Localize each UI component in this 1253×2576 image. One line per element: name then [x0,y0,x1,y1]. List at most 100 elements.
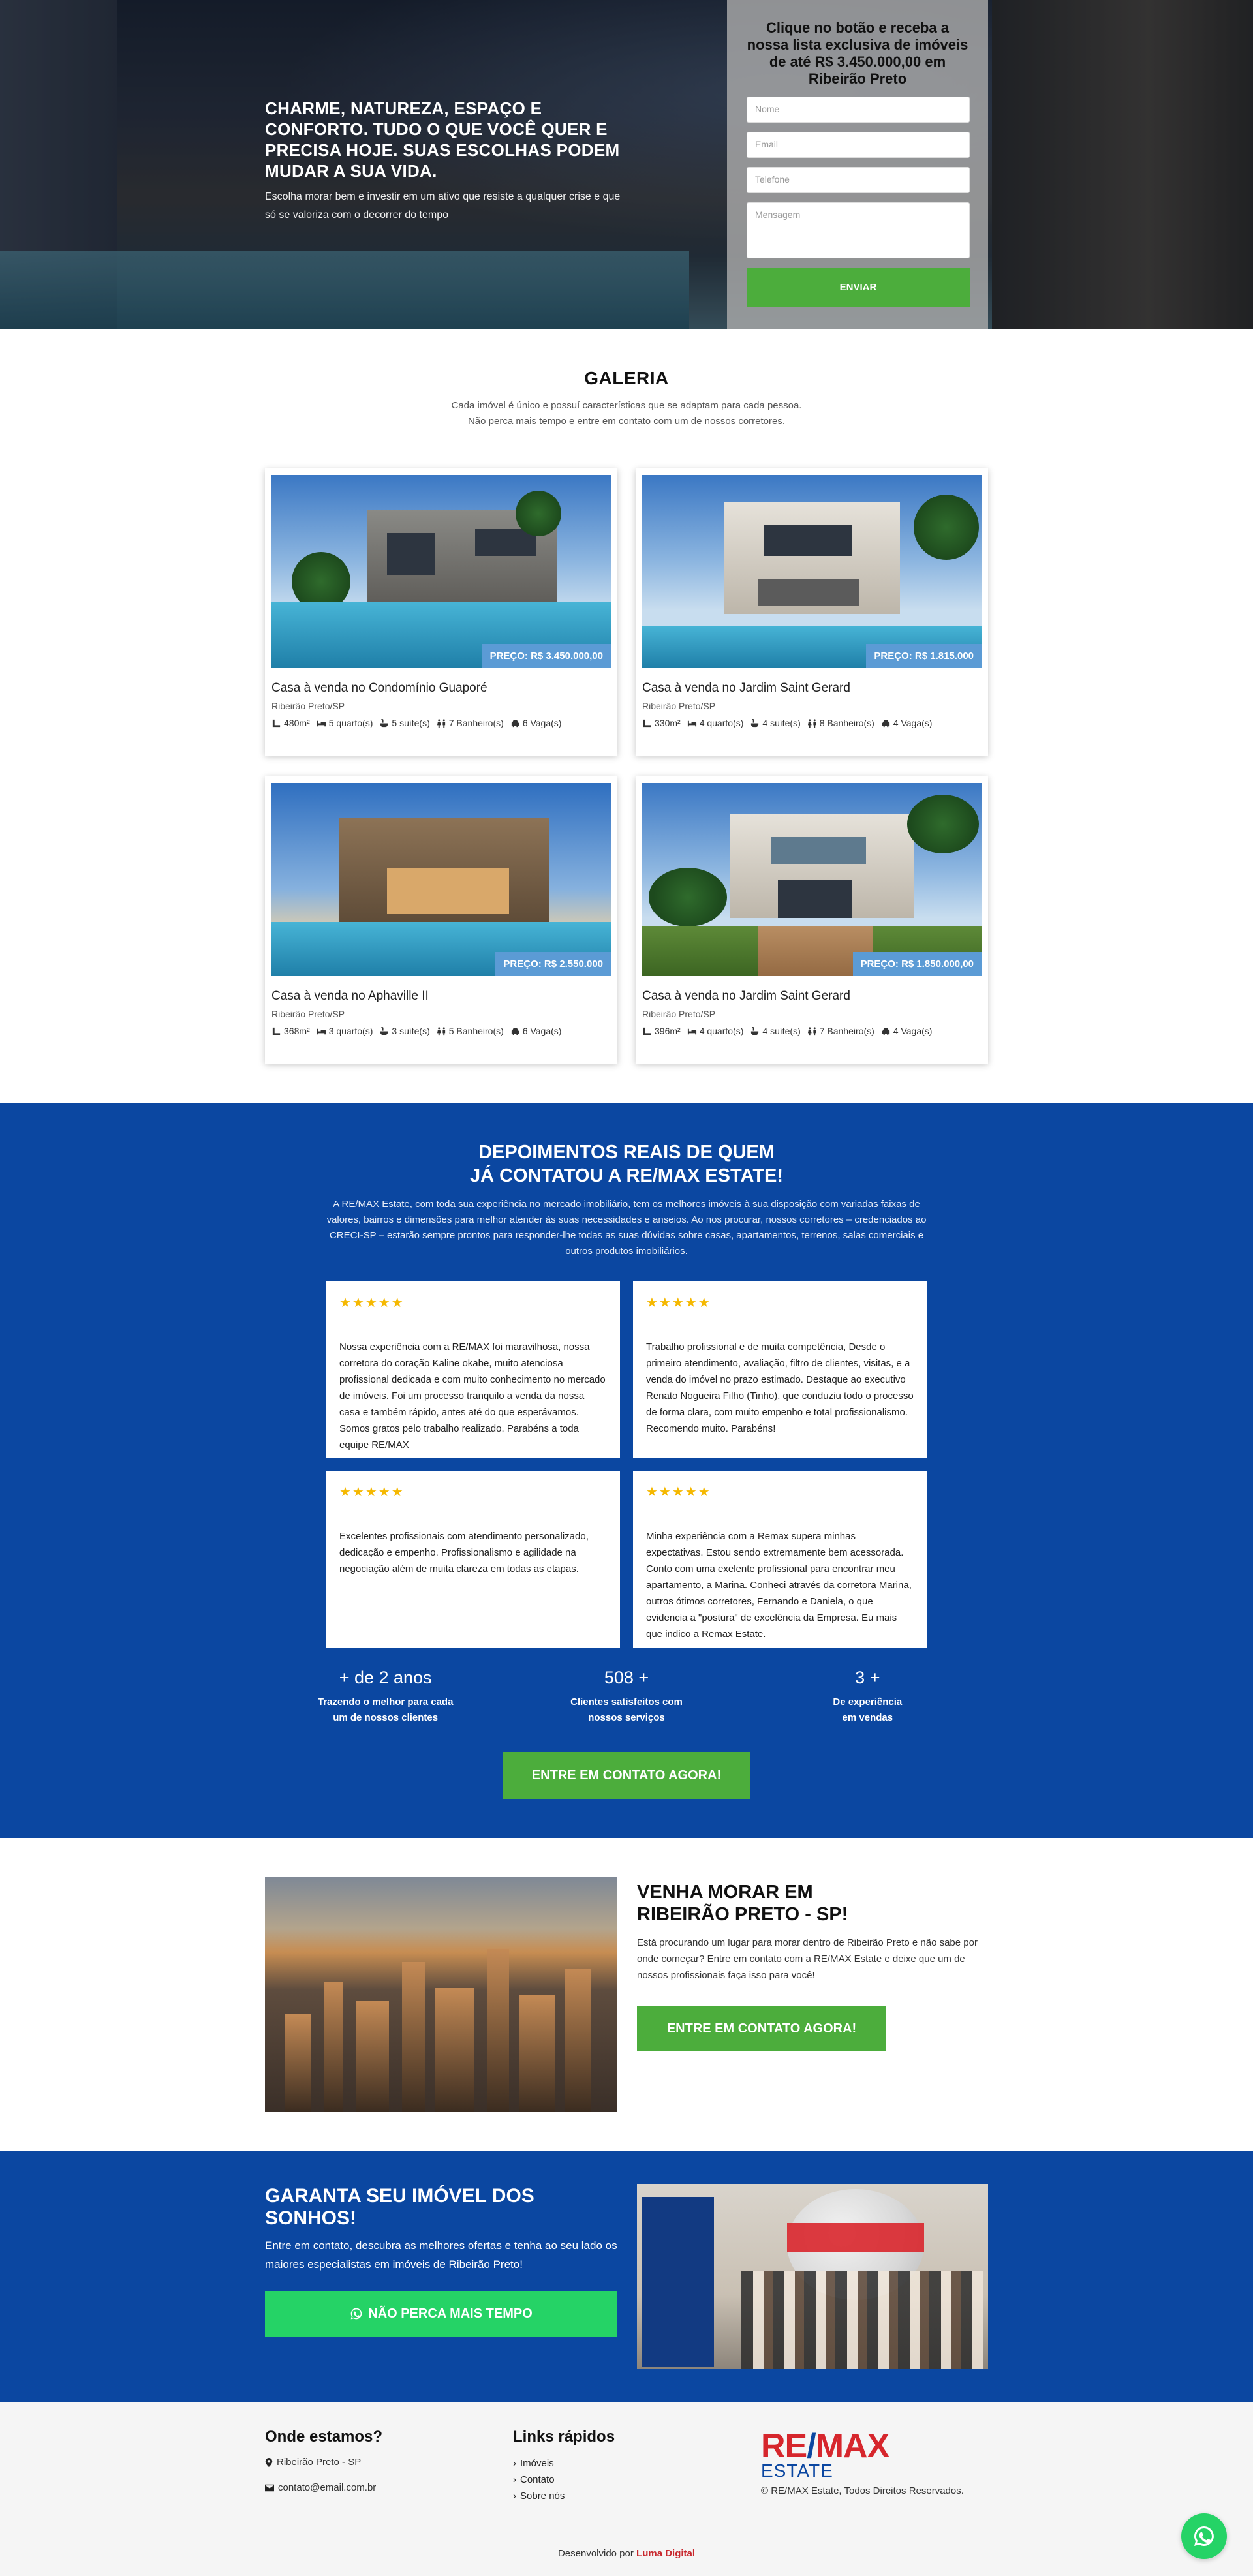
stat-years: + de 2 anos Trazendo o melhor para cada u… [265,1668,506,1726]
property-bathrooms: 5 Banheiro(s) [448,1026,504,1036]
remax-logo: RE/MAX ESTATE [761,2427,889,2481]
stat-experience: 3 + De experiência em vendas [747,1668,988,1726]
property-card[interactable]: PREÇO: R$ 1.850.000,00 Casa à venda no J… [636,776,988,1064]
property-card[interactable]: PREÇO: R$ 3.450.000,00 Casa à venda no C… [265,468,617,756]
price-tag: PREÇO: R$ 1.815.000 [866,644,982,668]
testimonial-text: Trabalho profissional e de muita competê… [646,1342,914,1434]
hero-text: CHARME, NATUREZA, ESPAÇO E CONFORTO. TUD… [265,98,630,224]
car-icon [882,720,889,727]
footer-link-imoveis[interactable]: › Imóveis [513,2455,761,2472]
contact-now-button[interactable]: ENTRE EM CONTATO AGORA! [637,2006,886,2051]
property-photo[interactable]: PREÇO: R$ 1.815.000 [642,475,982,668]
dream-title: GARANTA SEU IMÓVEL DOS SONHOS! [265,2185,534,2229]
gallery-title: GALERIA [584,368,669,388]
area-icon [272,1027,281,1035]
testimonials-lead: A RE/MAX Estate, com toda sua experiênci… [326,1199,927,1257]
whatsapp-float-button[interactable] [1181,2513,1227,2559]
footer-link-contato[interactable]: › Contato [513,2472,761,2488]
phone-input[interactable]: Telefone [747,167,970,193]
property-parking: 4 Vaga(s) [893,1026,933,1036]
lead-form-title: Clique no botão e receba a nossa lista e… [747,20,968,87]
submit-button[interactable]: ENVIAR [747,268,970,307]
property-parking: 6 Vaga(s) [522,718,562,728]
city-skyline-image [265,1877,617,2112]
property-bathrooms: 7 Banheiro(s) [819,1026,874,1036]
property-bedrooms: 5 quarto(s) [328,718,373,728]
testimonial-card: ★★★★★ Nossa experiência com a RE/MAX foi… [326,1281,620,1458]
property-city: Ribeirão Preto/SP [271,701,345,711]
map-marker-icon [265,2457,273,2467]
property-suites: 4 suíte(s) [762,718,801,728]
area-icon [643,719,651,727]
testimonials-section: DEPOIMENTOS REAIS DE QUEM JÁ CONTATOU A … [0,1103,1253,1838]
testimonial-card: ★★★★★ Trabalho profissional e de muita c… [633,1281,927,1458]
message-textarea[interactable]: Mensagem [747,202,970,258]
city-text: Está procurando um lugar para morar dent… [637,1937,978,1981]
car-icon [511,720,519,727]
credit-link[interactable]: Luma Digital [636,2548,695,2559]
hero-description: Escolha morar bem e investir em um ativo… [265,191,621,221]
footer-credit: Desenvolvido por Luma Digital [557,2548,696,2559]
property-photo[interactable]: PREÇO: R$ 2.550.000 [271,783,611,976]
city-section: VENHA MORAR EM RIBEIRÃO PRETO - SP! Está … [0,1838,1253,2151]
property-suites: 3 suíte(s) [392,1026,430,1036]
bath-icon [380,1026,388,1035]
property-city: Ribeirão Preto/SP [642,701,716,711]
bath-icon [751,1026,759,1035]
price-tag: PREÇO: R$ 3.450.000,00 [482,644,611,668]
stat-label: Clientes satisfeitos com nossos serviços [570,1696,683,1723]
footer-link-sobre[interactable]: › Sobre nós [513,2488,761,2504]
chevron-right-icon: › [513,2458,516,2469]
car-icon [511,1028,519,1035]
whatsapp-icon [1194,2526,1214,2546]
restroom-icon [807,718,816,728]
bed-icon [317,720,326,726]
footer-email[interactable]: contato@email.com.br [278,2482,376,2493]
property-title[interactable]: Casa à venda no Condomínio Guaporé [271,681,611,696]
rating-stars: ★★★★★ [646,1484,914,1512]
email-input[interactable]: Email [747,132,970,158]
rating-stars: ★★★★★ [339,1295,607,1323]
property-card[interactable]: PREÇO: R$ 2.550.000 Casa à venda no Apha… [265,776,617,1064]
property-title[interactable]: Casa à venda no Aphaville II [271,989,611,1004]
rating-stars: ★★★★★ [646,1295,914,1323]
footer-copyright: © RE/MAX Estate, Todos Direitos Reservad… [761,2485,964,2496]
footer-where-title: Onde estamos? [265,2428,383,2446]
property-bedrooms: 4 quarto(s) [699,1026,744,1036]
property-bathrooms: 7 Banheiro(s) [448,718,504,728]
property-area: 396m² [655,1026,681,1036]
testimonial-card: ★★★★★ Excelentes profissionais com atend… [326,1471,620,1648]
stat-number: 3 + [855,1668,880,1687]
rating-stars: ★★★★★ [339,1484,607,1512]
property-title[interactable]: Casa à venda no Jardim Saint Gerard [642,681,982,696]
contact-now-button[interactable]: ENTRE EM CONTATO AGORA! [503,1752,750,1799]
property-card[interactable]: PREÇO: R$ 1.815.000 Casa à venda no Jard… [636,468,988,756]
stat-label: Trazendo o melhor para cada um de nossos … [317,1696,454,1723]
restroom-icon [807,1026,816,1035]
dream-home-section: GARANTA SEU IMÓVEL DOS SONHOS! Entre em … [0,2151,1253,2402]
property-city: Ribeirão Preto/SP [271,1009,345,1019]
property-title[interactable]: Casa à venda no Jardim Saint Gerard [642,989,982,1004]
property-photo[interactable]: PREÇO: R$ 1.850.000,00 [642,783,982,976]
property-parking: 6 Vaga(s) [522,1026,562,1036]
property-area: 330m² [655,718,681,728]
restroom-icon [437,718,445,728]
property-city: Ribeirão Preto/SP [642,1009,716,1019]
team-photo [637,2184,988,2369]
bath-icon [751,718,759,727]
property-photo[interactable]: PREÇO: R$ 3.450.000,00 [271,475,611,668]
whatsapp-cta-button[interactable]: NÃO PERCA MAIS TEMPO [265,2291,617,2337]
stat-label: De experiência em vendas [833,1696,903,1723]
property-parking: 4 Vaga(s) [893,718,933,728]
chevron-right-icon: › [513,2491,516,2502]
name-input[interactable]: Nome [747,97,970,123]
property-suites: 5 suíte(s) [392,718,430,728]
hero-section: CHARME, NATUREZA, ESPAÇO E CONFORTO. TUD… [0,0,1253,329]
testimonial-text: Excelentes profissionais com atendimento… [339,1531,589,1574]
whatsapp-icon [350,2308,362,2320]
area-icon [272,719,281,727]
gallery-section: GALERIA Cada imóvel é único e possuí car… [0,329,1253,1103]
property-area: 368m² [284,1026,310,1036]
stat-number: 508 + [604,1668,649,1687]
testimonial-text: Nossa experiência com a RE/MAX foi marav… [339,1342,606,1450]
